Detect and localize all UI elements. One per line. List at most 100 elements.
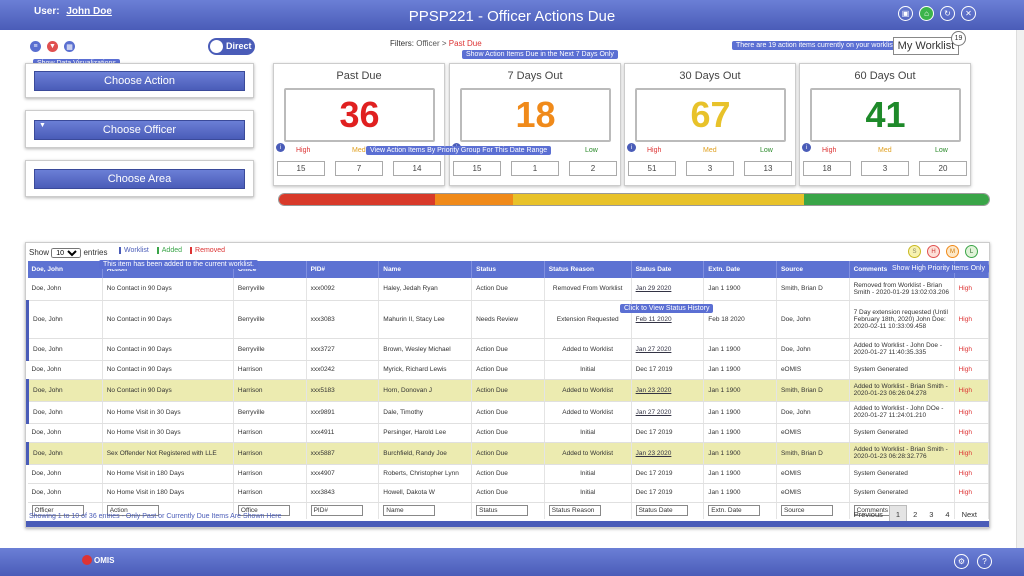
home-icon[interactable]: ⌂ bbox=[919, 6, 934, 21]
card-count[interactable]: 41 bbox=[810, 88, 961, 142]
page-scrollbar[interactable] bbox=[1016, 30, 1024, 548]
help-icon[interactable]: ? bbox=[977, 554, 992, 569]
entries-select[interactable]: 10 bbox=[51, 248, 82, 258]
status-date-link[interactable]: Dec 17 2019 bbox=[631, 360, 705, 380]
column-header[interactable]: Status Date bbox=[631, 261, 705, 278]
list-view-icon[interactable]: ≡ bbox=[30, 41, 41, 52]
card-count[interactable]: 18 bbox=[460, 88, 611, 142]
column-filter-input[interactable]: Status Date bbox=[635, 505, 688, 517]
column-filter-input[interactable]: Source bbox=[780, 505, 833, 517]
card-count[interactable]: 36 bbox=[284, 88, 435, 142]
priority-s-button[interactable]: S bbox=[908, 245, 921, 258]
table-row[interactable]: Doe, John No Home Visit in 180 Days Harris… bbox=[27, 464, 990, 484]
low-count[interactable]: 13 bbox=[744, 161, 792, 176]
info-icon[interactable]: i bbox=[276, 143, 285, 152]
officer-cell: Doe, John bbox=[27, 360, 103, 380]
show-label: Show bbox=[29, 248, 50, 257]
action-items-table-panel: Show 10 entries Worklist Added Removed S… bbox=[25, 242, 990, 528]
choose-area-button[interactable]: Choose Area bbox=[34, 169, 245, 189]
status-date-link[interactable]: Jan 23 2020 bbox=[631, 379, 705, 402]
table-row[interactable]: Doe, John No Home Visit in 30 Days Berryvi… bbox=[26, 401, 990, 424]
bottom-bar: OMIS ⚙ ? bbox=[0, 548, 1024, 576]
filter-view-icon[interactable]: ▼ bbox=[47, 41, 58, 52]
card-count[interactable]: 67 bbox=[635, 88, 786, 142]
med-count[interactable]: 3 bbox=[686, 161, 734, 176]
med-count[interactable]: 3 bbox=[861, 161, 909, 176]
status-date-link[interactable]: Dec 17 2019 bbox=[631, 423, 705, 443]
low-count[interactable]: 2 bbox=[569, 161, 617, 176]
filter-officer[interactable]: Officer bbox=[416, 39, 439, 48]
priority-m-button[interactable]: M bbox=[946, 245, 959, 258]
column-filter-input[interactable]: Status Reason bbox=[548, 505, 601, 517]
table-row[interactable]: Doe, John No Home Visit in 30 Days Harriso… bbox=[27, 423, 990, 443]
status-reason-cell: Added to Worklist bbox=[544, 442, 632, 465]
status-date-link[interactable]: Jan 23 2020 bbox=[631, 442, 705, 465]
column-header[interactable]: Doe, John bbox=[27, 261, 103, 278]
column-filter-input[interactable]: Name bbox=[383, 505, 436, 517]
action-items-table: Doe, John Action Office PID# Name Status Statu… bbox=[26, 261, 990, 519]
high-count[interactable]: 15 bbox=[277, 161, 325, 176]
name-cell: Horn, Donovan J bbox=[378, 379, 473, 402]
high-label: High bbox=[822, 147, 837, 154]
status-date-link[interactable]: Dec 17 2019 bbox=[631, 483, 705, 503]
status-cell: Action Due bbox=[471, 464, 545, 484]
column-header[interactable]: Source bbox=[776, 261, 850, 278]
column-header[interactable]: PID# bbox=[306, 261, 380, 278]
priority-cell: High bbox=[954, 483, 990, 503]
due-card[interactable]: 7 Days Out18iHighMedLow1512 bbox=[449, 63, 621, 186]
column-header[interactable]: Name bbox=[378, 261, 473, 278]
logo-mark-icon bbox=[82, 555, 92, 565]
filter-past-due[interactable]: Past Due bbox=[449, 39, 482, 48]
direct-toggle[interactable]: Direct bbox=[208, 38, 255, 55]
officer-cell: Doe, John bbox=[27, 423, 103, 443]
status-date-link[interactable]: Jan 27 2020 bbox=[631, 338, 705, 361]
due-card[interactable]: Past Due36iHighMedLow15714 bbox=[273, 63, 445, 186]
choose-action-button[interactable]: Choose Action bbox=[34, 71, 245, 91]
priority-h-button[interactable]: H bbox=[927, 245, 940, 258]
info-icon[interactable]: i bbox=[627, 143, 636, 152]
book-icon[interactable]: ▣ bbox=[898, 6, 913, 21]
high-label: High bbox=[647, 147, 662, 154]
close-icon[interactable]: ✕ bbox=[961, 6, 976, 21]
office-cell: Berryville bbox=[233, 338, 307, 361]
table-row[interactable]: Doe, John No Contact in 90 Days Berryville… bbox=[26, 338, 990, 361]
low-count[interactable]: 20 bbox=[919, 161, 967, 176]
table-row[interactable]: Doe, John Sex Offender Not Registered wit… bbox=[26, 442, 990, 465]
low-count[interactable]: 14 bbox=[393, 161, 441, 176]
choose-action-panel: Choose Action bbox=[25, 63, 254, 98]
status-date-link[interactable]: Jan 27 2020 bbox=[631, 401, 705, 424]
column-filter-input[interactable]: Status bbox=[476, 505, 529, 517]
table-row[interactable]: Doe, John No Home Visit in 180 Days Harris… bbox=[27, 483, 990, 503]
toggle-knob bbox=[210, 40, 223, 53]
column-filter-input[interactable]: Extn. Date bbox=[708, 505, 761, 517]
table-row[interactable]: Doe, John No Contact in 90 Days Harrison xx… bbox=[27, 360, 990, 380]
table-row[interactable]: Doe, John No Contact in 90 Days Berryville… bbox=[27, 278, 990, 301]
table-row[interactable]: Doe, John No Contact in 90 Days Harrison xx… bbox=[26, 379, 990, 402]
med-count[interactable]: 1 bbox=[511, 161, 559, 176]
entries-label: entries bbox=[83, 248, 108, 257]
status-date-link[interactable]: Jan 29 2020 bbox=[631, 278, 705, 301]
high-count[interactable]: 15 bbox=[453, 161, 501, 176]
source-cell: Doe, John bbox=[776, 338, 850, 361]
column-header[interactable]: Status bbox=[471, 261, 545, 278]
column-filter-input[interactable]: PID# bbox=[310, 505, 363, 517]
choose-officer-button[interactable]: ▼ Choose Officer bbox=[34, 120, 245, 140]
status-date-link[interactable]: Dec 17 2019 bbox=[631, 464, 705, 484]
column-header[interactable]: Extn. Date bbox=[703, 261, 777, 278]
due-card[interactable]: 60 Days Out 41 i High Med Low 18 3 20 bbox=[799, 63, 971, 186]
refresh-icon[interactable]: ↻ bbox=[940, 6, 955, 21]
settings-icon[interactable]: ⚙ bbox=[954, 554, 969, 569]
status-reason-cell: Initial bbox=[544, 464, 632, 484]
priority-l-button[interactable]: L bbox=[965, 245, 978, 258]
table-row[interactable]: Doe, John No Contact in 90 Days Berryville… bbox=[26, 300, 990, 339]
choose-area-panel: Choose Area bbox=[25, 160, 254, 197]
high-count[interactable]: 18 bbox=[803, 161, 851, 176]
my-worklist-button[interactable]: My Worklist 19 bbox=[893, 31, 966, 55]
med-count[interactable]: 7 bbox=[335, 161, 383, 176]
column-header[interactable]: Status Reason bbox=[544, 261, 632, 278]
chart-view-icon[interactable]: ▦ bbox=[64, 41, 75, 52]
high-count[interactable]: 51 bbox=[628, 161, 676, 176]
office-cell: Harrison bbox=[233, 423, 307, 443]
info-icon[interactable]: i bbox=[802, 143, 811, 152]
due-card[interactable]: 30 Days Out 67 i High Med Low 51 3 13 bbox=[624, 63, 796, 186]
